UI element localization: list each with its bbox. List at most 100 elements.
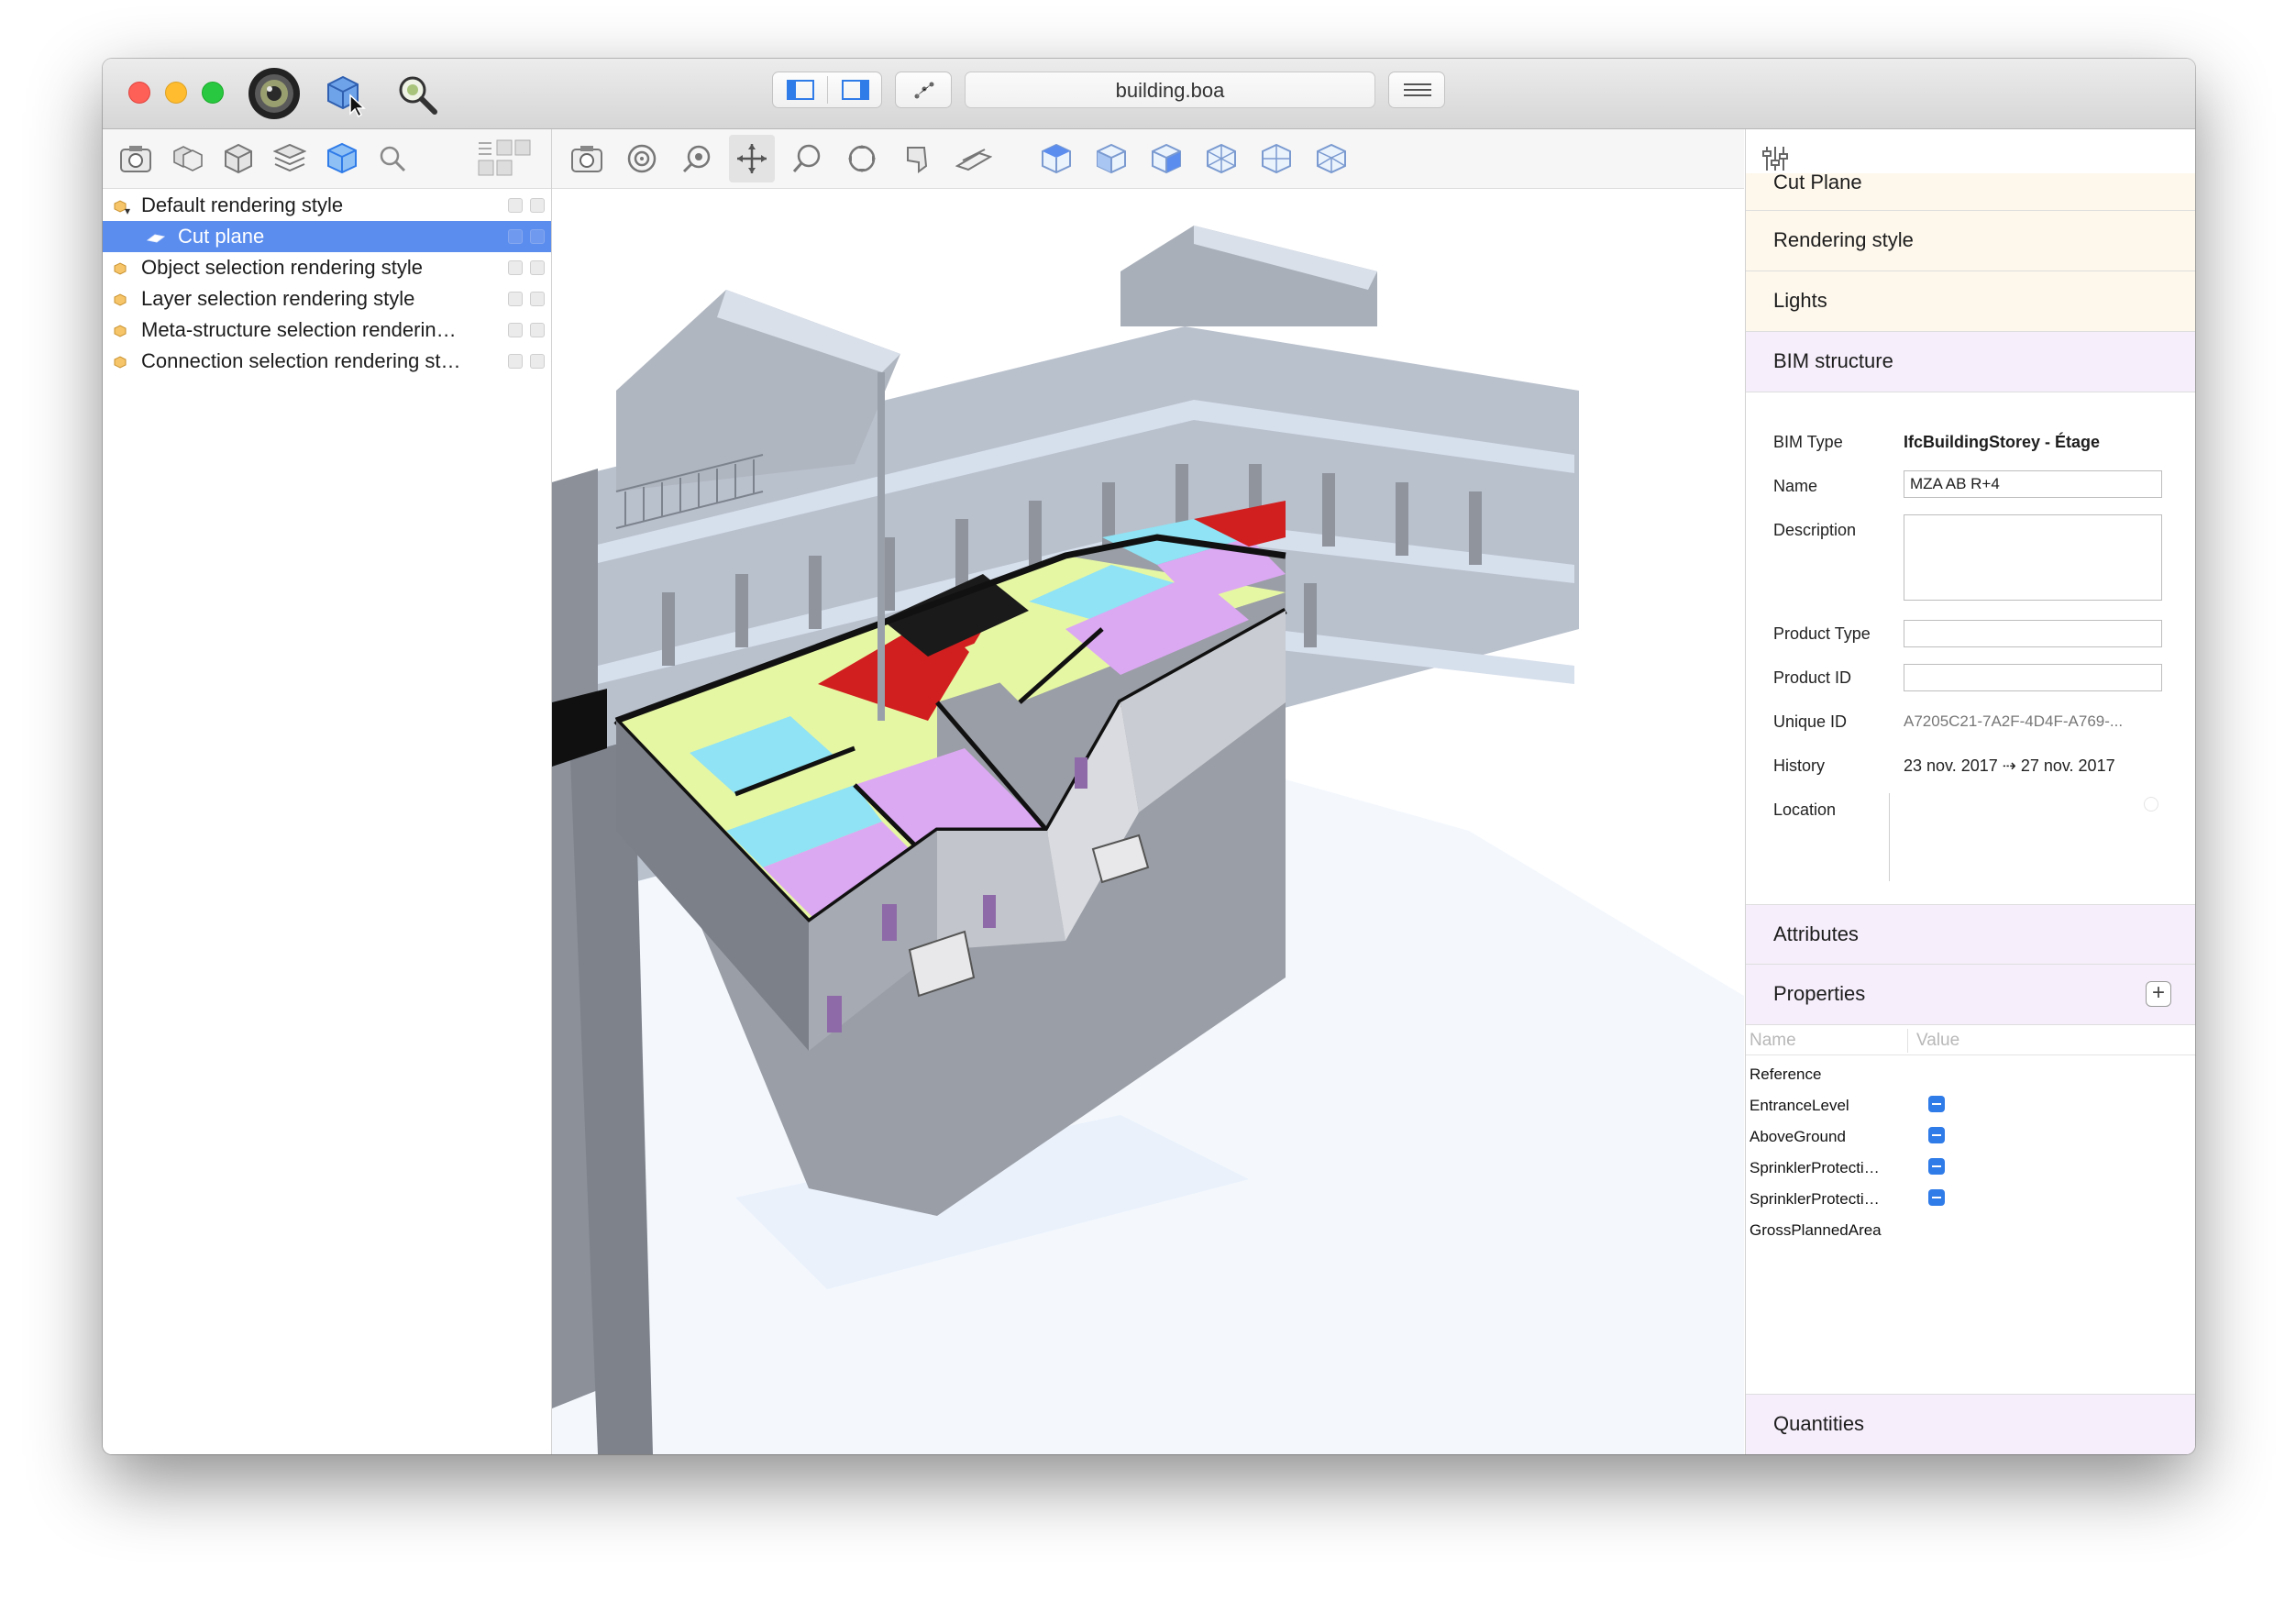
tree-item-connection-selection[interactable]: Connection selection rendering st… <box>103 346 551 377</box>
section-plane-icon[interactable] <box>955 142 992 175</box>
lock-icon[interactable] <box>530 198 545 213</box>
section-title: BIM structure <box>1773 349 1893 372</box>
property-name: Reference <box>1750 1065 1822 1083</box>
lock-icon[interactable] <box>530 260 545 275</box>
section-title: Properties <box>1773 982 1866 1005</box>
add-property-icon[interactable]: + <box>2146 981 2171 1007</box>
tree-item-label: Layer selection rendering style <box>141 287 415 310</box>
section-title: Cut Plane <box>1773 171 1862 193</box>
search-icon[interactable] <box>378 144 407 173</box>
app-window: building.boa ▾ Default rendering style C… <box>103 59 2195 1454</box>
bim-type-value: IfcBuildingStorey - Étage <box>1904 433 2101 451</box>
section-lights[interactable]: Lights <box>1746 271 2195 332</box>
view-top-icon[interactable] <box>1038 140 1075 177</box>
property-name: SprinklerProtecti… <box>1750 1190 1880 1208</box>
section-attributes[interactable]: Attributes <box>1746 904 2195 965</box>
inspect-magnifier-icon[interactable] <box>394 72 440 117</box>
lock-icon[interactable] <box>530 292 545 306</box>
objects-icon[interactable] <box>171 142 204 175</box>
tree-item-label: Connection selection rendering st… <box>141 349 461 372</box>
location-tree-line <box>1889 793 1890 881</box>
description-field[interactable] <box>1904 514 2162 601</box>
sidebar-left-icon[interactable] <box>787 80 814 100</box>
section-bim-structure[interactable]: BIM structure <box>1746 332 2195 392</box>
camera-lens-icon[interactable] <box>247 66 302 121</box>
tree-item-cut-plane[interactable]: Cut plane <box>103 221 551 252</box>
zoom-window-button[interactable] <box>202 82 224 104</box>
section-cut-plane[interactable]: Cut Plane <box>1746 171 2195 211</box>
property-row[interactable]: SprinklerProtecti… <box>1750 1158 2190 1177</box>
property-row[interactable]: Reference <box>1750 1065 1821 1084</box>
cube-icon[interactable] <box>222 142 255 175</box>
property-row[interactable]: AboveGround <box>1750 1127 2190 1146</box>
product-id-field[interactable] <box>1904 664 2162 691</box>
product-type-field[interactable] <box>1904 620 2162 647</box>
minimize-window-button[interactable] <box>165 82 187 104</box>
scatter-button[interactable] <box>895 72 952 108</box>
boolean-toggle-icon[interactable] <box>1928 1158 1945 1175</box>
visibility-icon[interactable] <box>508 198 523 213</box>
visibility-icon[interactable] <box>508 260 523 275</box>
tree-item-label: Default rendering style <box>141 193 344 216</box>
look-around-icon[interactable] <box>680 142 713 175</box>
product-type-label: Product Type <box>1773 624 1871 643</box>
zoom-lasso-icon[interactable] <box>790 142 823 175</box>
visibility-icon[interactable] <box>508 354 523 369</box>
document-title: building.boa <box>965 72 1375 108</box>
tree-item-meta-structure-selection[interactable]: Meta-structure selection renderin… <box>103 315 551 346</box>
boolean-toggle-icon[interactable] <box>1928 1127 1945 1143</box>
section-rendering-style[interactable]: Rendering style <box>1746 211 2195 271</box>
snapshot-icon[interactable] <box>570 144 603 173</box>
view-front-icon[interactable] <box>1093 140 1130 177</box>
name-field[interactable]: MZA AB R+4 <box>1904 470 2162 498</box>
visibility-icon[interactable] <box>508 292 523 306</box>
orbit-target-icon[interactable] <box>625 142 658 175</box>
grid-options-icon[interactable] <box>477 138 537 179</box>
unique-id-value: A7205C21-7A2F-4D4F-A769-... <box>1904 712 2124 730</box>
view-iso-1-icon[interactable] <box>1203 140 1240 177</box>
close-window-button[interactable] <box>128 82 150 104</box>
property-name: GrossPlannedArea <box>1750 1221 1882 1239</box>
location-picker-icon[interactable] <box>2144 797 2158 812</box>
boolean-toggle-icon[interactable] <box>1928 1189 1945 1206</box>
section-quantities[interactable]: Quantities <box>1746 1394 2195 1454</box>
layers-icon[interactable] <box>273 142 306 175</box>
column-header-value: Value <box>1916 1031 1960 1050</box>
sidebar-toggle-group <box>772 72 882 108</box>
section-title: Lights <box>1773 289 1827 312</box>
tree-item-object-selection[interactable]: Object selection rendering style <box>103 252 551 283</box>
section-properties[interactable]: Properties + <box>1746 965 2195 1025</box>
cut-plane-icon <box>147 234 165 243</box>
3d-viewport[interactable] <box>552 129 1744 1454</box>
boolean-toggle-icon[interactable] <box>1928 1096 1945 1112</box>
tree-item-layer-selection[interactable]: Layer selection rendering style <box>103 283 551 315</box>
property-row[interactable]: SprinklerProtecti… <box>1750 1189 2190 1209</box>
lock-icon[interactable] <box>530 354 545 369</box>
list-view-button[interactable] <box>1388 72 1445 108</box>
view-right-icon[interactable] <box>1148 140 1185 177</box>
walk-icon[interactable] <box>900 142 933 175</box>
rendering-styles-panel: ▾ Default rendering style Cut plane Obje… <box>103 129 552 1454</box>
building-model[interactable] <box>552 189 1744 1454</box>
visibility-icon[interactable] <box>508 323 523 337</box>
sidebar-right-icon[interactable] <box>842 80 869 100</box>
property-name: SprinklerProtecti… <box>1750 1159 1880 1176</box>
view-iso-3-icon[interactable] <box>1313 140 1350 177</box>
lock-icon[interactable] <box>530 323 545 337</box>
view-iso-2-icon[interactable] <box>1258 140 1295 177</box>
tree-item-default-rendering-style[interactable]: ▾ Default rendering style <box>103 190 551 221</box>
tree-item-label: Meta-structure selection renderin… <box>141 318 457 341</box>
rendering-style-icon[interactable] <box>325 140 359 175</box>
lock-icon[interactable] <box>530 229 545 244</box>
property-row[interactable]: GrossPlannedArea <box>1750 1221 1882 1240</box>
property-row[interactable]: EntranceLevel <box>1750 1096 2190 1115</box>
pan-icon[interactable] <box>735 142 768 175</box>
visibility-icon[interactable] <box>508 229 523 244</box>
snapshot-icon[interactable] <box>119 144 152 173</box>
tree-item-label: Cut plane <box>178 225 265 248</box>
select-cursor-icon[interactable] <box>323 72 369 117</box>
style-cube-icon <box>114 356 127 369</box>
rotate-icon[interactable] <box>845 142 878 175</box>
inspector-panel: Cut Plane Rendering style Lights BIM str… <box>1745 129 2195 1454</box>
sliders-icon[interactable] <box>1761 144 1790 173</box>
